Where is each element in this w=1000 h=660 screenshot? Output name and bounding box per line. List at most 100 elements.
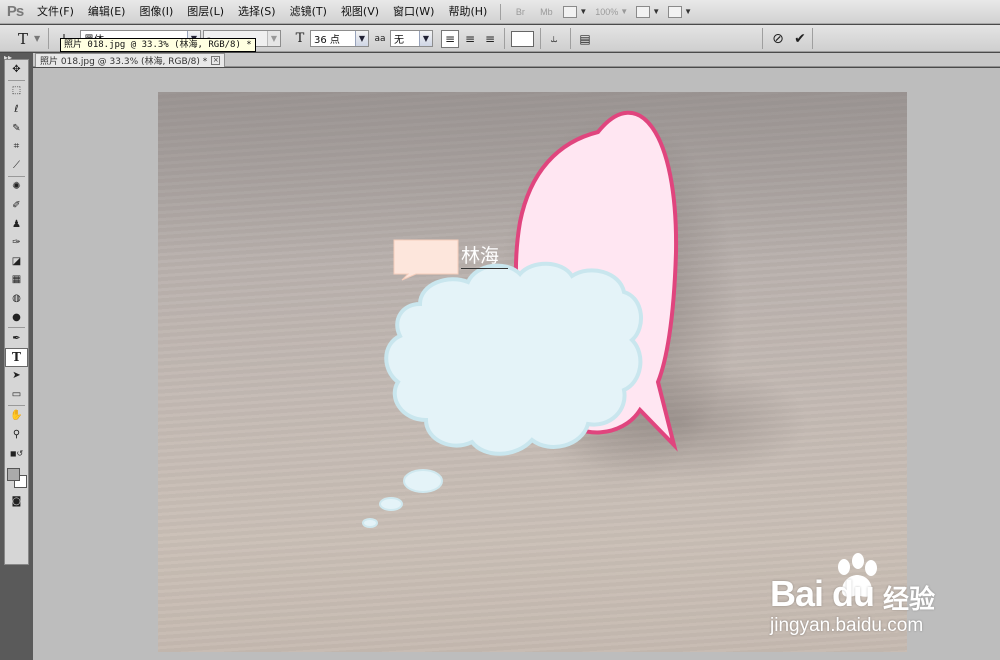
menu-edit[interactable]: 编辑(E): [81, 0, 133, 24]
move-tool[interactable]: ✥: [5, 60, 28, 79]
arrange-documents-icon: [636, 5, 651, 18]
document-tab-title: 照片 018.jpg @ 33.3% (林海, RGB/8) *: [40, 57, 208, 67]
options-separator: [504, 28, 505, 49]
menu-bar: Ps 文件(F) 编辑(E) 图像(I) 图层(L) 选择(S) 滤镜(T) 视…: [0, 0, 1000, 24]
blur-icon: ◍: [12, 292, 21, 304]
align-right-button[interactable]: ≡: [481, 30, 499, 48]
screen-mode-icon: [668, 5, 683, 18]
menu-view[interactable]: 视图(V): [334, 0, 386, 24]
quick-mask-tool[interactable]: ◙: [5, 492, 28, 511]
thought-dot-medium: [379, 497, 403, 511]
eyedropper-icon: ⟋: [13, 159, 20, 171]
foreground-color-swatch[interactable]: [7, 468, 20, 482]
menu-image[interactable]: 图像(I): [132, 0, 180, 24]
options-separator: [48, 28, 49, 49]
options-separator: [570, 28, 571, 49]
font-size-icon: T: [295, 31, 305, 46]
quick-selection-tool[interactable]: ✎: [5, 119, 28, 138]
healing-brush-tool[interactable]: ✺: [5, 178, 28, 197]
character-panel-button[interactable]: ▤: [576, 30, 594, 48]
arrange-documents-button[interactable]: ▼: [636, 3, 660, 21]
chevron-down-icon: ▼: [684, 7, 693, 16]
tool-separator: [8, 175, 25, 177]
menu-layer[interactable]: 图层(L): [180, 0, 231, 24]
quick-selection-icon: ✎: [12, 122, 21, 134]
clone-stamp-tool[interactable]: ♟: [5, 215, 28, 234]
antialias-select[interactable]: 无 ▼: [390, 30, 433, 47]
history-brush-icon: ✑: [12, 237, 21, 249]
pen-tool[interactable]: ✒: [5, 329, 28, 348]
zoom-level-value: 100%: [595, 6, 619, 17]
tooltip: 照片 018.jpg @ 33.3% (林海, RGB/8) *: [60, 38, 256, 52]
align-left-button[interactable]: ≡: [441, 29, 459, 48]
chevron-down-icon: ▼: [355, 31, 368, 46]
hand-tool[interactable]: ✋: [5, 407, 28, 426]
document-tab[interactable]: 照片 018.jpg @ 33.3% (林海, RGB/8) * ×: [35, 53, 226, 67]
brush-tool[interactable]: ✐: [5, 196, 28, 215]
menu-select[interactable]: 选择(S): [231, 0, 283, 24]
swap-colors-icon: ◼↺: [9, 448, 24, 458]
zoom-tool[interactable]: ⚲: [5, 425, 28, 444]
crop-tool[interactable]: ⌗: [5, 137, 28, 156]
type-tool[interactable]: T: [5, 347, 28, 367]
photoshop-logo: Ps: [6, 3, 24, 20]
callout-box: [393, 239, 459, 281]
tool-separator: [8, 404, 25, 406]
character-panel-icon: ▤: [579, 31, 591, 46]
dodge-tool[interactable]: ●: [5, 308, 28, 327]
pen-icon: ✒: [12, 333, 21, 345]
text-tool-icon: T: [17, 29, 28, 48]
text-baseline: [461, 268, 508, 269]
tools-bar: ✥ ⬚ ℓ ✎ ⌗ ⟋ ✺ ✐ ♟ ✑ ◪ ▦ ◍ ● ✒ T ➤ ▭ ✋ ⚲ …: [4, 59, 29, 565]
move-icon: ✥: [12, 63, 21, 75]
gradient-tool[interactable]: ▦: [5, 271, 28, 290]
cloud-thought-bubble: [384, 261, 644, 456]
gradient-icon: ▦: [11, 274, 22, 286]
align-center-button[interactable]: ≡: [461, 30, 479, 48]
chevron-down-icon: ▼: [620, 7, 629, 16]
hand-icon: ✋: [10, 410, 23, 422]
marquee-tool[interactable]: ⬚: [5, 82, 28, 101]
zoom-level-dropdown[interactable]: 100% ▼: [595, 3, 628, 21]
cancel-edits-button[interactable]: ⊘: [769, 30, 787, 48]
chevron-down-icon: ▼: [419, 31, 432, 46]
bridge-button[interactable]: Br: [511, 3, 529, 21]
menu-filter[interactable]: 滤镜(T): [283, 0, 334, 24]
eraser-tool[interactable]: ◪: [5, 252, 28, 271]
cancel-icon: ⊘: [772, 30, 784, 47]
antialias-value: 无: [394, 35, 404, 46]
align-left-icon: ≡: [444, 31, 456, 46]
healing-brush-icon: ✺: [12, 181, 21, 193]
warp-text-button[interactable]: ⥿: [545, 30, 563, 48]
history-brush-tool[interactable]: ✑: [5, 233, 28, 252]
thought-dot-large: [403, 469, 443, 493]
rectangle-tool[interactable]: ▭: [5, 385, 28, 404]
path-selection-tool[interactable]: ➤: [5, 367, 28, 386]
baidu-logo-text: Bai du: [770, 573, 875, 614]
menu-file[interactable]: 文件(F): [30, 0, 81, 24]
text-color-swatch[interactable]: [511, 30, 534, 47]
font-size-select[interactable]: 36 点 ▼: [310, 30, 369, 47]
tool-separator: [8, 79, 25, 81]
lasso-tool[interactable]: ℓ: [5, 100, 28, 119]
document-tab-strip: 照片 018.jpg @ 33.3% (林海, RGB/8) * ×: [33, 53, 1000, 67]
mini-bridge-button[interactable]: Mb: [537, 3, 555, 21]
close-icon[interactable]: ×: [211, 56, 221, 65]
menu-help[interactable]: 帮助(H): [441, 0, 494, 24]
font-size-value: 36 点: [314, 35, 340, 46]
blur-tool[interactable]: ◍: [5, 289, 28, 308]
menu-window[interactable]: 窗口(W): [386, 0, 441, 24]
view-extras-icon: [563, 5, 578, 18]
text-layer[interactable]: 林海: [461, 245, 499, 267]
eyedropper-tool[interactable]: ⟋: [5, 156, 28, 175]
tool-preset-picker[interactable]: T ▼: [14, 29, 40, 48]
chevron-down-icon: ▼: [579, 7, 588, 16]
baidu-url-text: jingyan.baidu.com: [770, 615, 924, 636]
view-extras-button[interactable]: ▼: [563, 3, 587, 21]
antialias-icon: aa: [374, 33, 386, 44]
options-separator: [812, 28, 813, 49]
screen-mode-button[interactable]: ▼: [668, 3, 692, 21]
quick-mask-icon: ◙: [11, 496, 22, 508]
swap-colors-tool[interactable]: ◼↺: [5, 444, 28, 463]
commit-edits-button[interactable]: ✔: [791, 30, 809, 48]
